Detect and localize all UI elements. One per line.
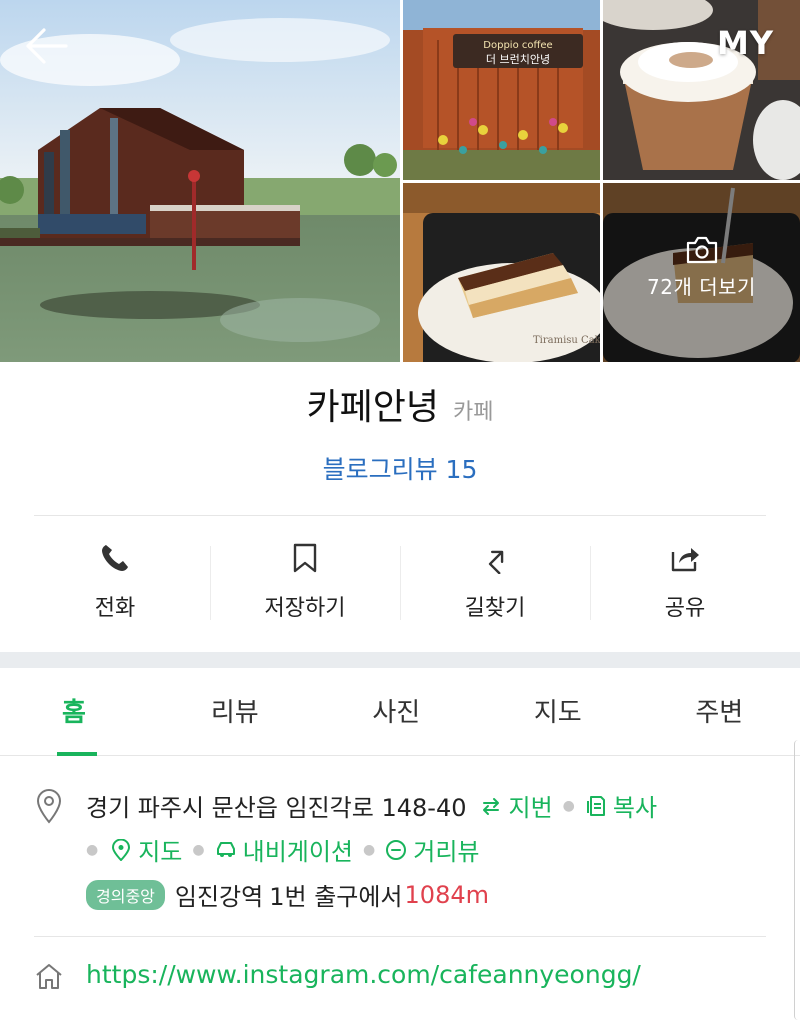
tab-map[interactable]: 지도 [477,668,639,755]
my-button[interactable]: MY [717,24,774,62]
more-photos-overlay[interactable]: 72개 더보기 [603,235,800,300]
address-row: 경기 파주시 문산읍 임진각로 148-40 지번 ● 복사 [86,788,657,823]
homepage-link[interactable]: https://www.instagram.com/cafeannyeongg/ [86,960,641,989]
home-icon [36,964,62,989]
tab-reviews[interactable]: 리뷰 [154,668,316,755]
camera-icon [686,236,717,264]
action-bar: 전화 저장하기 길찾기 공유 [20,540,780,626]
back-button[interactable] [22,26,70,66]
svg-text:더 브런치안녕: 더 브런치안녕 [486,53,550,66]
station-distance: 1084m [404,880,489,909]
scrollbar[interactable] [794,740,800,1020]
directions-label: 길찾기 [464,596,526,621]
station-exit: 1번 출구에서 [269,883,403,911]
photo-more[interactable]: 72개 더보기 [603,183,800,362]
tab-nearby[interactable]: 주변 [639,668,800,755]
navigation-label: 내비게이션 [242,838,354,866]
station-name: 임진강역 [174,883,264,911]
street-view-icon [386,839,407,860]
separator-dot: ● [562,797,575,814]
tab-photos[interactable]: 사진 [316,668,478,755]
map-button[interactable]: 지도 [110,832,182,867]
copy-label: 복사 [612,794,658,822]
more-photos-label: 72개 더보기 [647,275,756,299]
separator-dot: ● [363,841,376,858]
photo-tiramisu[interactable]: Tiramisu Cake [403,183,600,362]
photo-storefront[interactable]: Doppio coffee 더 브런치안녕 [403,0,600,180]
tab-home[interactable]: 홈 [0,668,154,756]
map-pin-icon [112,838,131,861]
save-label: 저장하기 [264,596,346,621]
call-button[interactable]: 전화 [20,540,210,626]
divider [34,936,766,937]
call-label: 전화 [94,596,136,621]
directions-button[interactable]: 길찾기 [400,540,590,626]
blog-review-link[interactable]: 블로그리뷰 15 [0,450,800,486]
subway-line-badge: 경의중앙 [86,879,165,910]
share-label: 공유 [664,596,706,621]
car-icon [216,841,235,857]
divider [34,515,766,516]
copy-button[interactable]: 복사 [585,788,657,823]
subway-row: 경의중앙 임진강역 1번 출구에서 1084m [86,877,489,912]
swap-arrows-icon [483,797,500,815]
separator-dot: ● [192,841,205,858]
street-view-label: 거리뷰 [413,838,480,866]
share-button[interactable]: 공유 [590,540,780,626]
share-icon [671,548,699,572]
jibun-label: 지번 [508,794,553,822]
tab-bar: 홈 리뷰 사진 지도 주변 [0,668,800,756]
save-button[interactable]: 저장하기 [210,540,400,626]
arrow-left-icon [26,28,68,64]
place-header: 카페안녕 카페 블로그리뷰 15 [0,378,800,486]
place-name: 카페안녕 [306,387,439,428]
jibun-button[interactable]: 지번 [480,788,553,823]
bookmark-icon [293,543,317,573]
svg-text:Tiramisu Cake: Tiramisu Cake [533,335,600,346]
directions-icon [488,550,504,574]
place-category: 카페 [453,400,494,425]
location-pin-icon [36,789,62,824]
navigation-button[interactable]: 내비게이션 [215,832,353,867]
address: 경기 파주시 문산읍 임진각로 148-40 [86,794,467,822]
svg-text:Doppio coffee: Doppio coffee [483,40,552,51]
copy-icon [586,795,605,816]
section-separator [0,652,800,668]
map-label: 지도 [138,838,183,866]
street-view-button[interactable]: 거리뷰 [385,832,479,867]
phone-icon [102,545,128,571]
separator-dot: ● [86,841,99,858]
map-links-row: ● 지도 ● 내비게이션 ● 거리뷰 [86,832,479,867]
photo-gallery: Doppio coffee 더 브런치안녕 Tiramisu Cake 72개 … [0,0,800,362]
place-info: 경기 파주시 문산읍 임진각로 148-40 지번 ● 복사 ● 지도 ● 내비… [0,756,800,1031]
